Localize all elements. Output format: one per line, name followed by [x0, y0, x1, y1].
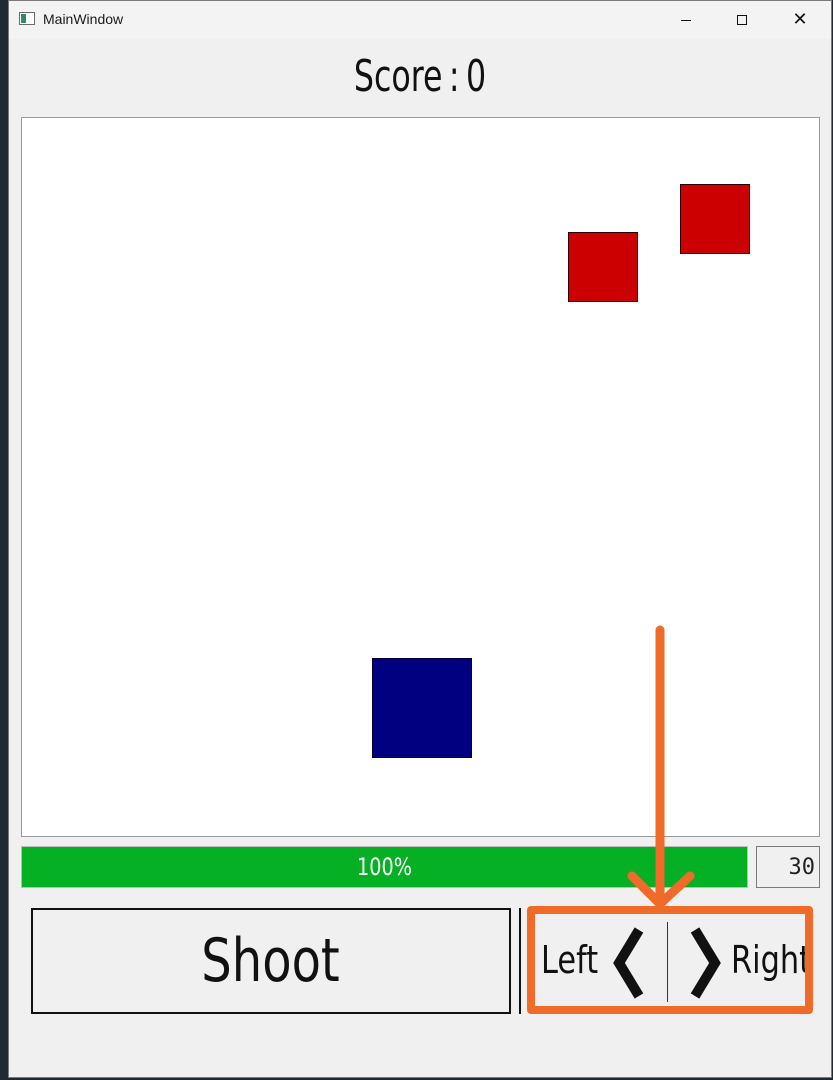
shoot-label: Shoot	[201, 926, 341, 996]
score-display: Score:0	[91, 51, 749, 102]
game-area	[21, 117, 820, 837]
player-block	[372, 658, 472, 758]
lcd-counter: 30	[756, 846, 820, 888]
minimize-icon	[681, 19, 691, 21]
direction-control: Left Right	[527, 906, 813, 1014]
maximize-icon	[737, 15, 747, 25]
main-window: MainWindow ✕ Score:0 100% 30 Shoot Left …	[8, 0, 832, 1078]
score-label: Score	[353, 51, 443, 102]
title-bar: MainWindow ✕	[9, 1, 831, 39]
close-icon: ✕	[792, 9, 808, 30]
panel-separator	[519, 908, 521, 1014]
enemy-block	[680, 184, 750, 254]
minimize-button[interactable]	[657, 1, 715, 39]
health-progress-bar: 100%	[21, 846, 748, 888]
annotation-highlight-box	[527, 906, 813, 1014]
maximize-button[interactable]	[713, 1, 771, 39]
close-button[interactable]: ✕	[771, 1, 829, 39]
shoot-button[interactable]: Shoot	[31, 908, 511, 1014]
score-value: 0	[465, 51, 487, 102]
window-title: MainWindow	[43, 11, 124, 27]
enemy-block	[568, 232, 638, 302]
progress-text: 100%	[357, 853, 412, 881]
app-window-icon	[19, 12, 35, 25]
score-separator: :	[448, 51, 460, 102]
